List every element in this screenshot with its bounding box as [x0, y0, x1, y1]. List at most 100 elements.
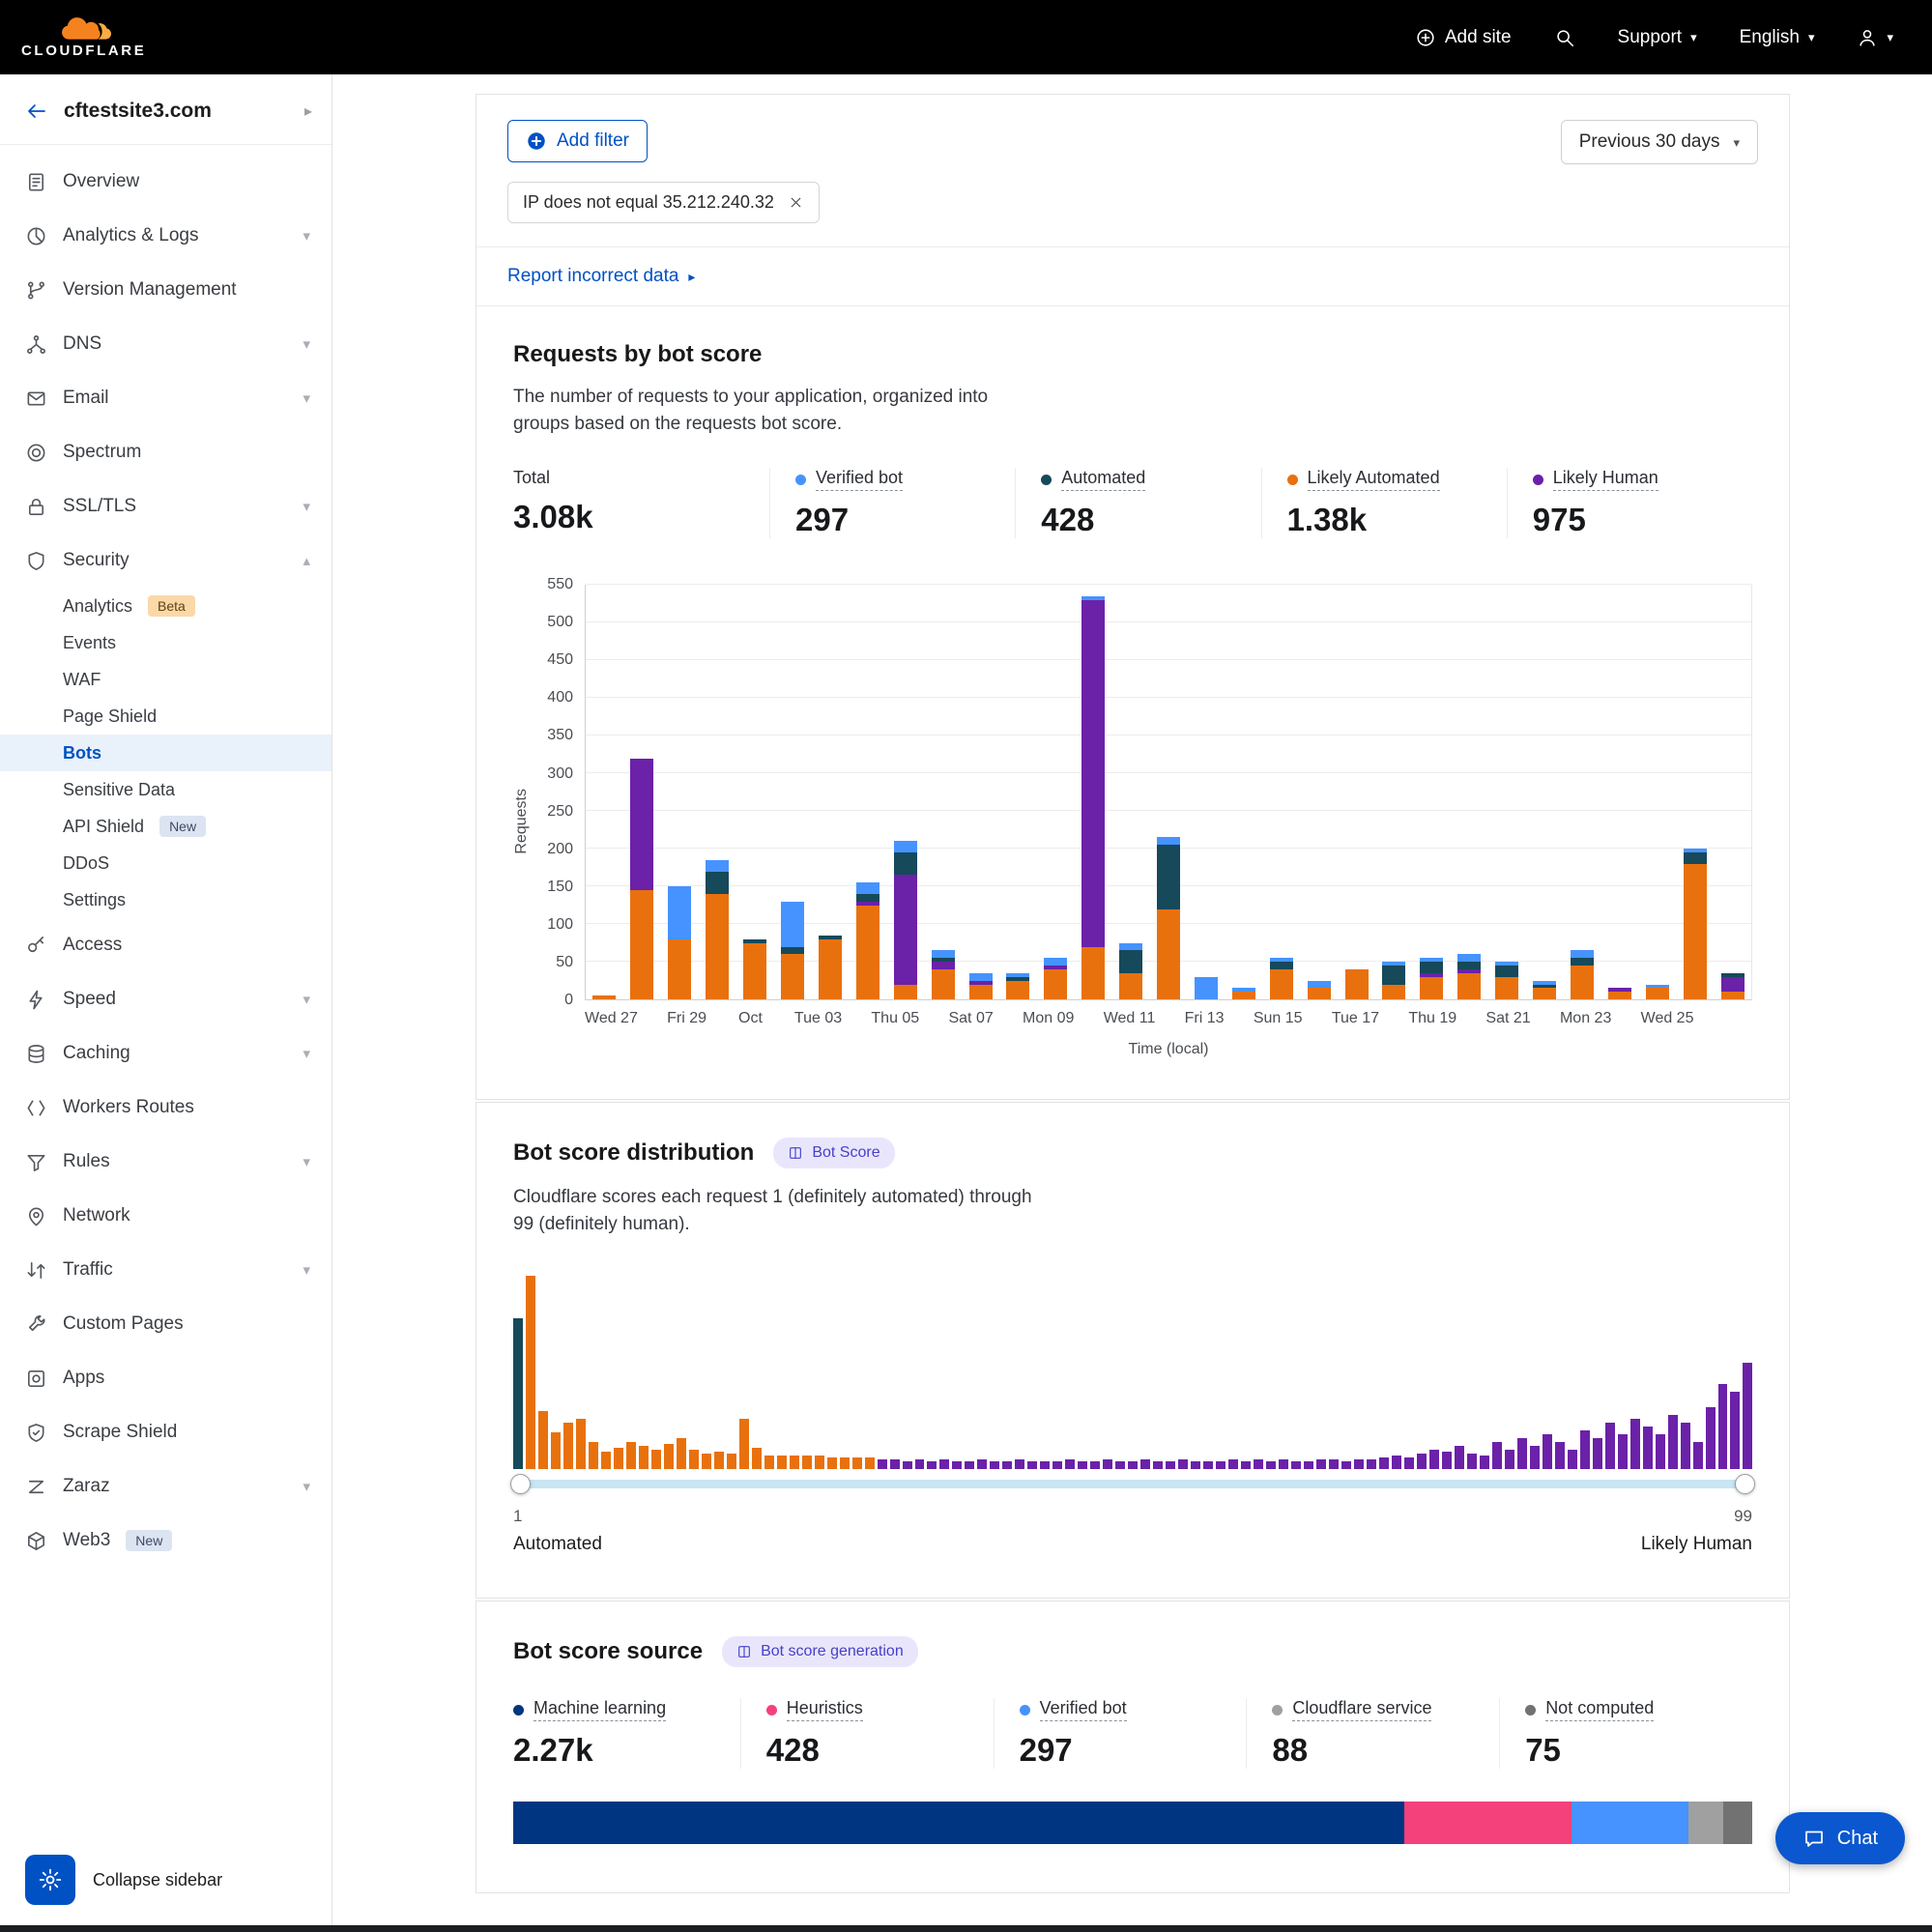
person-icon: [1857, 27, 1878, 48]
sidebar-item-page-shield[interactable]: Page Shield: [0, 698, 332, 735]
sidebar-item-email[interactable]: Email▾: [0, 371, 332, 425]
close-icon[interactable]: [788, 194, 804, 211]
lock-icon: [25, 496, 47, 518]
chat-button[interactable]: Chat: [1775, 1812, 1905, 1864]
bar-segment-likely-automated: [1382, 985, 1405, 1000]
stat-value: 428: [1041, 502, 1260, 538]
stat-label[interactable]: Machine learning: [533, 1698, 666, 1721]
sidebar-item-web3[interactable]: Web3New: [0, 1514, 332, 1568]
spectrum-icon: [25, 442, 47, 464]
x-tick-label: [1303, 1010, 1332, 1027]
support-menu[interactable]: Support ▾: [1618, 27, 1697, 48]
report-incorrect-data-link[interactable]: Report incorrect data ▸: [507, 266, 695, 287]
sidebar-item-bots[interactable]: Bots: [0, 735, 332, 771]
sidebar-item-analytics-logs[interactable]: Analytics & Logs▾: [0, 209, 332, 263]
bar-segment-verified-bot: [1571, 950, 1594, 958]
sidebar-item-settings[interactable]: Settings: [0, 881, 332, 918]
topbar-actions: Add site Support ▾ English ▾ ▾: [1415, 27, 1893, 48]
histogram-bar: [526, 1276, 535, 1469]
bar-segment-likely-automated: [1571, 966, 1594, 999]
stat-label[interactable]: Automated: [1061, 468, 1145, 491]
sidebar-item-dns[interactable]: DNS▾: [0, 317, 332, 371]
sidebar-item-zaraz[interactable]: Zaraz▾: [0, 1459, 332, 1514]
cloudflare-logo[interactable]: CLOUDFLARE: [21, 16, 146, 59]
settings-gear-button[interactable]: [25, 1855, 75, 1905]
back-arrow-icon[interactable]: [25, 100, 48, 123]
histogram-bar: [664, 1444, 674, 1469]
sidebar-item-rules[interactable]: Rules▾: [0, 1135, 332, 1189]
sidebar-item-ddos[interactable]: DDoS: [0, 845, 332, 881]
sidebar-item-speed[interactable]: Speed▾: [0, 972, 332, 1026]
stat-label[interactable]: Verified bot: [1040, 1698, 1127, 1721]
slider-handle-min[interactable]: [510, 1474, 531, 1494]
sidebar-item-ssl-tls[interactable]: SSL/TLS▾: [0, 479, 332, 533]
chart-bar: [856, 585, 879, 999]
chevron-down-icon: ▾: [303, 498, 310, 515]
book-icon: [736, 1644, 752, 1659]
stat-label[interactable]: Likely Human: [1553, 468, 1658, 491]
sidebar-item-access[interactable]: Access: [0, 918, 332, 972]
sidebar-item-spectrum[interactable]: Spectrum: [0, 425, 332, 479]
language-menu[interactable]: English ▾: [1740, 27, 1815, 48]
account-menu[interactable]: ▾: [1857, 27, 1893, 48]
sidebar-item-label: Rules: [63, 1151, 110, 1172]
bar-segment-verified-bot: [932, 950, 955, 958]
sidebar-item-label: Analytics: [63, 596, 132, 617]
histogram-bar: [1304, 1461, 1313, 1469]
bar-segment-likely-automated: [668, 939, 691, 999]
sidebar-item-scrape-shield[interactable]: Scrape Shield: [0, 1405, 332, 1459]
time-range-select[interactable]: Previous 30 days ▾: [1561, 120, 1758, 164]
sidebar-item-network[interactable]: Network: [0, 1189, 332, 1243]
sidebar-item-caching[interactable]: Caching▾: [0, 1026, 332, 1081]
sidebar-item-label: Workers Routes: [63, 1097, 194, 1118]
main-content: Add filter Previous 30 days ▾ IP does no…: [332, 74, 1932, 1932]
y-tick-label: 0: [564, 992, 573, 1009]
plus-circle-icon: [1415, 27, 1436, 48]
add-filter-button[interactable]: Add filter: [507, 120, 648, 162]
sidebar-item-apps[interactable]: Apps: [0, 1351, 332, 1405]
bot-score-generation-badge-label: Bot score generation: [761, 1643, 904, 1660]
sidebar-item-overview[interactable]: Overview: [0, 155, 332, 209]
sidebar-item-custom-pages[interactable]: Custom Pages: [0, 1297, 332, 1351]
bar-segment-automated: [1382, 966, 1405, 985]
y-tick-label: 100: [547, 916, 573, 934]
bar-segment-likely-automated: [1119, 973, 1142, 999]
stat-label[interactable]: Likely Automated: [1308, 468, 1440, 491]
x-tick-label: [1379, 1010, 1408, 1027]
bot-score-generation-badge[interactable]: Bot score generation: [722, 1636, 918, 1667]
histogram-bar: [1543, 1434, 1552, 1469]
bar-segment-likely-automated: [1646, 988, 1669, 999]
sidebar-item-security[interactable]: Security▴: [0, 533, 332, 588]
sidebar-item-api-shield[interactable]: API ShieldNew: [0, 808, 332, 845]
stat-label[interactable]: Not computed: [1545, 1698, 1654, 1721]
bar-segment-likely-automated: [1345, 969, 1369, 999]
histogram-bar: [576, 1419, 586, 1469]
x-tick-label: [1155, 1010, 1184, 1027]
add-site-button[interactable]: Add site: [1415, 27, 1512, 48]
bot-score-badge[interactable]: Bot Score: [773, 1138, 894, 1168]
stat-label: Total: [513, 468, 550, 488]
slider-handle-max[interactable]: [1735, 1474, 1755, 1494]
slider-max-label: Likely Human: [1641, 1534, 1752, 1555]
sidebar-item-version-management[interactable]: Version Management: [0, 263, 332, 317]
stat-label[interactable]: Verified bot: [816, 468, 903, 491]
slider-track[interactable]: [513, 1480, 1752, 1488]
stat-label[interactable]: Heuristics: [787, 1698, 863, 1721]
chevron-down-icon: ▾: [303, 1261, 310, 1279]
sidebar-item-waf[interactable]: WAF: [0, 661, 332, 698]
sidebar-item-traffic[interactable]: Traffic▾: [0, 1243, 332, 1297]
sidebar-item-analytics[interactable]: AnalyticsBeta: [0, 588, 332, 624]
pin-icon: [25, 1205, 47, 1227]
histogram-bar: [1316, 1459, 1326, 1469]
filter-chip[interactable]: IP does not equal 35.212.240.32: [507, 182, 820, 223]
stat-label[interactable]: Cloudflare service: [1292, 1698, 1431, 1721]
search-icon[interactable]: [1554, 27, 1575, 48]
sidebar-item-workers-routes[interactable]: Workers Routes: [0, 1081, 332, 1135]
histogram-bar: [1329, 1459, 1339, 1469]
sidebar-item-events[interactable]: Events: [0, 624, 332, 661]
chevron-right-icon[interactable]: ▸: [304, 101, 312, 121]
chart-bar: [1646, 585, 1669, 999]
site-name: cftestsite3.com: [64, 100, 289, 123]
bar-segment-likely-automated: [630, 890, 653, 999]
sidebar-item-sensitive-data[interactable]: Sensitive Data: [0, 771, 332, 808]
